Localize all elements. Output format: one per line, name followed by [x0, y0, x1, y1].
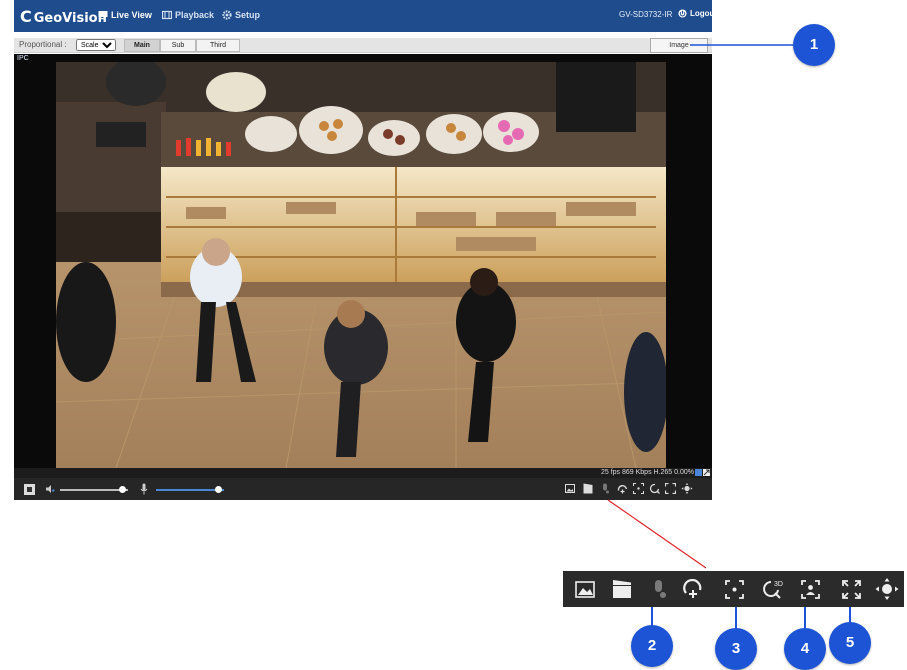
- 3d-positioning-icon[interactable]: 3D: [762, 578, 786, 600]
- enlarged-toolbar: 3D: [563, 571, 904, 607]
- snapshot-icon[interactable]: [575, 581, 595, 598]
- callout-2: 2: [631, 625, 673, 667]
- record-icon[interactable]: [612, 579, 632, 599]
- ptz-control-icon[interactable]: [875, 578, 899, 600]
- callout-5: 5: [829, 622, 871, 664]
- zoom-pointer-line: [607, 499, 707, 569]
- channel-label: IPC: [17, 55, 29, 62]
- fullscreen-icon[interactable]: [842, 580, 861, 599]
- callout-1: 1: [793, 24, 835, 66]
- face-tracking-icon[interactable]: [801, 580, 820, 599]
- annotation-layer: [607, 44, 851, 634]
- zoom-in-icon[interactable]: [683, 579, 703, 599]
- talk-disabled-icon: [655, 580, 666, 598]
- callout-3: 3: [715, 628, 757, 670]
- callout-4: 4: [784, 628, 826, 670]
- svg-text:3D: 3D: [774, 581, 783, 588]
- center-focus-icon[interactable]: [725, 580, 744, 599]
